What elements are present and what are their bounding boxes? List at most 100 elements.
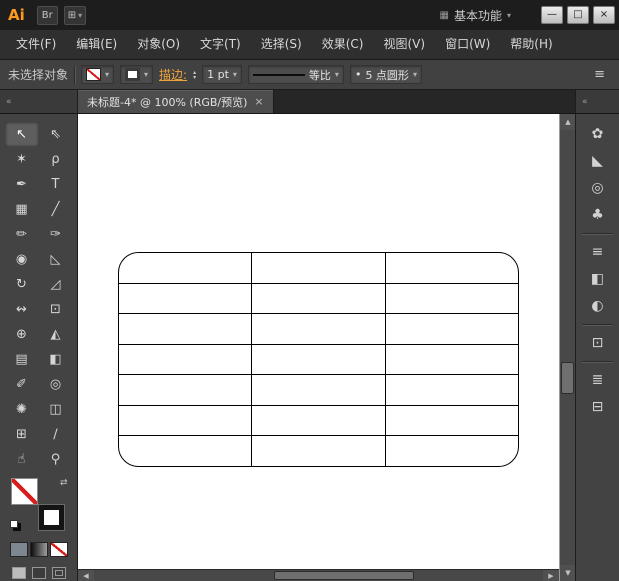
stroke-indicator[interactable] <box>39 505 64 530</box>
stroke-panel-link[interactable]: 描边: <box>159 66 187 83</box>
stroke-weight-stepper[interactable]: ▴ ▾ <box>193 70 196 80</box>
line-segment-tool[interactable]: ╱ <box>39 197 73 222</box>
draw-inside-mode-button[interactable] <box>52 567 66 579</box>
mesh-tool[interactable]: ▤ <box>5 347 39 372</box>
horizontal-scroll-track[interactable] <box>94 570 543 581</box>
toolbar-collapse-button[interactable]: « <box>0 90 78 113</box>
symbol-sprayer-tool[interactable]: ✺ <box>5 397 39 422</box>
draw-behind-mode-button[interactable] <box>32 567 46 579</box>
spinner-down-icon[interactable]: ▾ <box>193 75 196 80</box>
stroke-weight-combo[interactable]: 1 pt ▾ <box>202 65 242 84</box>
stroke-panel-icon[interactable]: ≡ <box>583 239 613 265</box>
brush-definition-combo[interactable]: • 5 点圆形 ▾ <box>350 65 422 84</box>
artboard[interactable] <box>78 114 559 569</box>
symbols-panel-icon[interactable]: ♣ <box>583 202 613 228</box>
horizontal-scrollbar[interactable]: ◀ ▶ <box>78 569 559 581</box>
tab-close-icon[interactable]: × <box>254 95 263 108</box>
lasso-tool[interactable]: ρ <box>39 147 73 172</box>
horizontal-scroll-thumb[interactable] <box>274 571 414 580</box>
draw-normal-mode-button[interactable] <box>12 567 26 579</box>
menu-help[interactable]: 帮助(H) <box>500 30 562 59</box>
menu-object[interactable]: 对象(O) <box>127 30 190 59</box>
menu-type[interactable]: 文字(T) <box>190 30 251 59</box>
vertical-scrollbar[interactable]: ▲ ▼ <box>559 114 575 581</box>
stroke-color-swatch <box>125 68 140 81</box>
default-fill-stroke-icon[interactable] <box>10 520 18 528</box>
rotate-tool[interactable]: ↻ <box>5 272 39 297</box>
perspective-grid-tool[interactable]: ◭ <box>39 322 73 347</box>
links-panel-icon[interactable]: ⊡ <box>583 330 613 356</box>
table-artwork[interactable] <box>119 253 519 467</box>
zoom-tool[interactable]: ⚲ <box>39 447 73 472</box>
direct-selection-tool[interactable]: ⇖ <box>39 122 73 147</box>
scroll-up-button[interactable]: ▲ <box>560 114 576 130</box>
document-tab[interactable]: 未标题-4* @ 100% (RGB/预览) × <box>78 90 274 113</box>
scroll-down-button[interactable]: ▼ <box>560 565 576 581</box>
scale-tool[interactable]: ◿ <box>39 272 73 297</box>
eyedropper-tool[interactable]: ✐ <box>5 372 39 397</box>
stroke-color-dropdown[interactable]: ▾ <box>120 65 153 84</box>
scroll-right-button[interactable]: ▶ <box>543 570 559 581</box>
fill-color-dropdown[interactable]: ▾ <box>81 65 114 84</box>
selection-tool[interactable]: ↖ <box>5 122 39 147</box>
minimize-button[interactable]: — <box>541 6 563 24</box>
vertical-scroll-thumb[interactable] <box>561 362 574 394</box>
menu-bar: 文件(F)编辑(E)对象(O)文字(T)选择(S)效果(C)视图(V)窗口(W)… <box>0 30 619 60</box>
gradient-button[interactable] <box>30 542 48 557</box>
menu-file[interactable]: 文件(F) <box>6 30 66 59</box>
type-tool[interactable]: T <box>39 172 73 197</box>
slice-tool[interactable]: ∕ <box>39 422 73 447</box>
shape-builder-tool[interactable]: ⊕ <box>5 322 39 347</box>
column-graph-tool[interactable]: ◫ <box>39 397 73 422</box>
blob-brush-tool[interactable]: ◉ <box>5 247 39 272</box>
menu-view[interactable]: 视图(V) <box>373 30 435 59</box>
menu-select[interactable]: 选择(S) <box>251 30 312 59</box>
none-button[interactable] <box>50 542 68 557</box>
paintbrush-tool[interactable]: ✑ <box>39 222 73 247</box>
chevron-down-icon: ▾ <box>335 70 339 79</box>
close-button[interactable]: × <box>593 6 615 24</box>
menu-effect[interactable]: 效果(C) <box>312 30 374 59</box>
rectangular-grid-tool[interactable]: ▦ <box>5 197 39 222</box>
fill-none-swatch <box>86 68 101 81</box>
appearance-panel-icon[interactable]: ◎ <box>583 175 613 201</box>
transparency-panel-icon[interactable]: ◐ <box>583 293 613 319</box>
color-panel-icon[interactable]: ✿ <box>583 121 613 147</box>
tab-bar: « 未标题-4* @ 100% (RGB/预览) × « <box>0 90 619 114</box>
free-transform-tool[interactable]: ⊡ <box>39 297 73 322</box>
pen-tool[interactable]: ✒ <box>5 172 39 197</box>
dock-collapse-button[interactable]: « <box>575 90 619 113</box>
magic-wand-tool[interactable]: ✶ <box>5 147 39 172</box>
tabbar-empty-area <box>274 90 575 113</box>
gradient-tool[interactable]: ◧ <box>39 347 73 372</box>
vertical-scroll-track[interactable] <box>560 130 575 565</box>
arrange-documents-icon[interactable]: ⊞ ▾ <box>64 6 86 25</box>
color-button[interactable] <box>10 542 28 557</box>
swap-fill-stroke-icon[interactable]: ⇄ <box>60 478 68 488</box>
gradient-panel-icon[interactable]: ◧ <box>583 266 613 292</box>
eraser-tool[interactable]: ◺ <box>39 247 73 272</box>
workspace-switcher[interactable]: ▦ 基本功能 ▾ <box>440 7 511 24</box>
workspace-area: ↖⇖✶ρ✒T▦╱✏✑◉◺↻◿↭⊡⊕◭▤◧✐◎✺◫⊞∕☝⚲ ⇄ <box>0 114 619 581</box>
color-guide-panel-icon[interactable]: ◣ <box>583 148 613 174</box>
scroll-left-button[interactable]: ◀ <box>78 570 94 581</box>
blend-tool[interactable]: ◎ <box>39 372 73 397</box>
menu-window[interactable]: 窗口(W) <box>435 30 500 59</box>
tool-grid: ↖⇖✶ρ✒T▦╱✏✑◉◺↻◿↭⊡⊕◭▤◧✐◎✺◫⊞∕☝⚲ <box>0 122 77 472</box>
artboard-tool[interactable]: ⊞ <box>5 422 39 447</box>
control-panel-menu-icon[interactable]: ≡ <box>588 67 611 82</box>
brush-definition-value: 5 点圆形 <box>365 67 409 83</box>
restore-button[interactable]: □ <box>567 6 589 24</box>
width-tool[interactable]: ↭ <box>5 297 39 322</box>
separator <box>74 66 75 84</box>
pencil-tool[interactable]: ✏ <box>5 222 39 247</box>
layers-panel-icon[interactable]: ≣ <box>583 367 613 393</box>
document-tab-title: 未标题-4* @ 100% (RGB/预览) <box>87 94 247 110</box>
bridge-icon[interactable]: Br <box>37 6 58 25</box>
width-profile-combo[interactable]: 等比 ▾ <box>248 65 344 84</box>
fill-indicator[interactable] <box>11 478 38 505</box>
hand-tool[interactable]: ☝ <box>5 447 39 472</box>
artboards-panel-icon[interactable]: ⊟ <box>583 394 613 420</box>
menu-edit[interactable]: 编辑(E) <box>66 30 127 59</box>
chevron-down-icon: ▾ <box>105 70 109 79</box>
